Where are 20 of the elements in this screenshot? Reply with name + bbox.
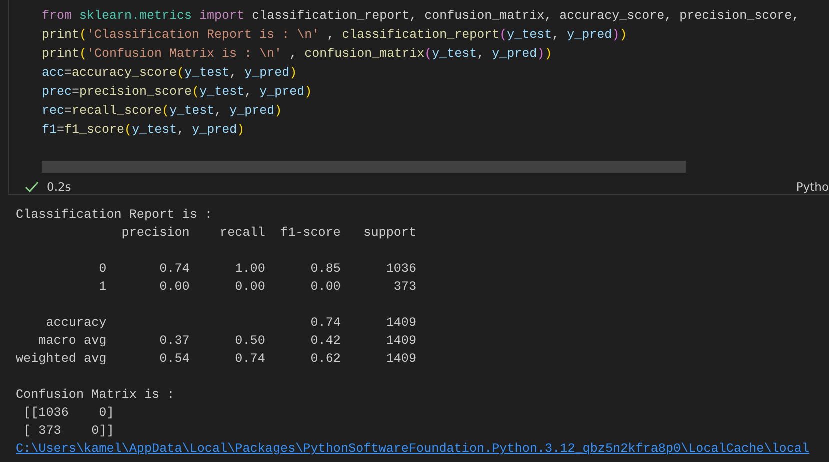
output-line: [ 373 0]] xyxy=(22,423,114,440)
output-line: Classification Report is : xyxy=(16,207,212,224)
output-line: [[1036 0] xyxy=(22,405,114,422)
output-line: 0 0.74 1.00 0.85 1036 xyxy=(98,261,417,278)
execution-time: 0.2s xyxy=(47,180,72,194)
output-line: Confusion Matrix is : xyxy=(16,387,175,404)
code-line: rec=recall_score(y_test, y_pred) xyxy=(42,103,282,120)
code-line: print('Confusion Matrix is : \n' , confusion_matrix(y_test, y_pred)) xyxy=(42,46,552,63)
code-line: acc=accuracy_score(y_test, y_pred) xyxy=(42,65,298,82)
output-line: precision recall f1-score support xyxy=(120,225,417,242)
output-line: macro avg 0.37 0.50 0.42 1409 xyxy=(38,333,417,350)
code-line: prec=precision_score(y_test, y_pred) xyxy=(42,84,312,101)
code-line: from sklearn.metrics import classification_report, confusion_matrix, accuracy_score, precision_score, xyxy=(42,8,800,25)
file-path-link[interactable]: C:\Users\kamel\AppData\Local\Packages\PythonSoftwareFoundation.Python.3.12_qbz5n2kfra8p0\LocalCache\local xyxy=(16,440,810,458)
kernel-label[interactable]: Pytho xyxy=(796,180,829,194)
output-line: weighted avg 0.54 0.74 0.62 1409 xyxy=(16,351,417,368)
output-line: 1 0.00 0.00 0.00 373 xyxy=(98,279,417,296)
code-line: print('Classification Report is : \n' , classification_report(y_test, y_pred)) xyxy=(42,27,628,44)
output-line: accuracy 0.74 1409 xyxy=(45,315,417,332)
code-line: f1=f1_score(y_test, y_pred) xyxy=(42,122,245,139)
